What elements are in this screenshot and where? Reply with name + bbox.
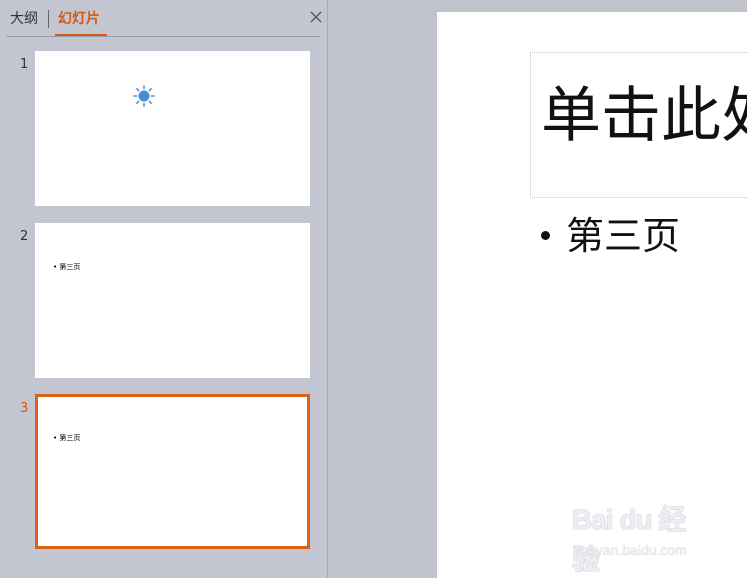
watermark: Bai du 经验 jingyan.baidu.com [572,498,712,575]
tab-slides[interactable]: 幻灯片 [58,10,100,28]
slide-thumbnail-1[interactable] [35,51,310,206]
active-tab-indicator [55,34,107,36]
tab-separator [48,10,49,28]
bullet-text: 第三页 [566,214,681,258]
slide-number-1: 1 [20,57,29,72]
content-placeholder[interactable]: 第三页 [541,212,680,260]
bullet-icon [541,231,550,240]
watermark-logo-text: Bai du 经验 [572,504,686,575]
slide-thumbnail-3[interactable]: • 第三页 [35,394,310,549]
watermark-url: jingyan.baidu.com [574,542,687,558]
tab-outline[interactable]: 大纲 [10,10,38,28]
slide-canvas: 单击此处 第三页 [437,12,747,578]
thumbnail-bullet-text: • 第三页 [53,263,81,271]
thumbnail-bullet-text: • 第三页 [53,434,81,442]
slide-number-2: 2 [20,229,29,244]
close-icon[interactable] [308,9,324,25]
panel-tabs: 大纲 幻灯片 [6,0,322,37]
slide-thumbnail-2[interactable]: • 第三页 [35,223,310,378]
panel-divider[interactable] [327,0,328,578]
slide-number-3: 3 [20,401,29,416]
sun-icon [133,85,155,107]
title-placeholder-text: 单击此处 [541,81,747,151]
slide-panel: 大纲 幻灯片 1 2 • 第三页 3 • 第三页 [0,0,328,578]
title-placeholder[interactable]: 单击此处 [530,52,747,198]
